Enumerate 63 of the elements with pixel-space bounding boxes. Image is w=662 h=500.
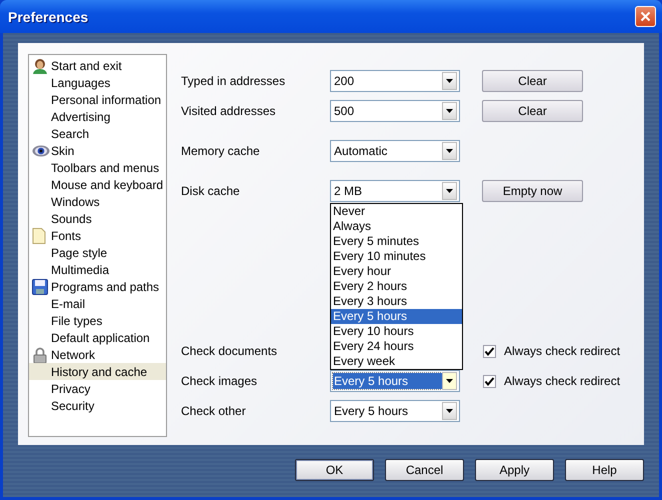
sidebar-item[interactable]: Programs and paths — [29, 278, 166, 295]
dropdown-option[interactable]: Every 10 hours — [331, 324, 462, 339]
setting-label: Check other — [181, 404, 247, 418]
dropdown-option[interactable]: Every 5 hours — [331, 309, 462, 324]
dialog-button[interactable]: OK — [295, 459, 374, 481]
setting-label: Disk cache — [181, 184, 241, 198]
checkbox-label: Always check redirect — [504, 374, 620, 388]
setting-label: Check documents — [181, 344, 278, 358]
sidebar-item[interactable]: E-mail — [29, 295, 166, 312]
dialog-button[interactable]: Help — [565, 459, 644, 481]
action-button[interactable]: Clear — [482, 100, 583, 122]
dropdown-field[interactable]: 500 — [330, 100, 460, 122]
sidebar-item[interactable]: File types — [29, 312, 166, 329]
dropdown-option[interactable]: Always — [331, 219, 462, 234]
checkbox-label: Always check redirect — [504, 344, 620, 358]
checkbox[interactable] — [483, 344, 496, 358]
setting-label: Typed in addresses — [181, 74, 286, 88]
setting-label: Check images — [181, 374, 258, 388]
dropdown-option[interactable]: Every week — [331, 354, 462, 369]
action-button[interactable]: Empty now — [482, 180, 583, 202]
sidebar-item[interactable]: Security — [29, 397, 166, 414]
sidebar-item[interactable]: Skin — [29, 142, 166, 159]
sidebar-item[interactable]: Windows — [29, 193, 166, 210]
dropdown-field[interactable]: 2 MB — [330, 180, 460, 202]
sidebar-item[interactable]: Mouse and keyboard — [29, 176, 166, 193]
sidebar-item[interactable]: Toolbars and menus — [29, 159, 166, 176]
dropdown-field[interactable]: Automatic — [330, 140, 460, 162]
checkbox[interactable] — [483, 374, 496, 388]
dropdown-option[interactable]: Every 5 minutes — [331, 234, 462, 249]
setting-label: Visited addresses — [181, 104, 276, 118]
setting-label: Memory cache — [181, 144, 261, 158]
person-icon — [32, 58, 48, 74]
dialog-button[interactable]: Apply — [475, 459, 554, 481]
sidebar-item[interactable]: Personal information — [29, 91, 166, 108]
dropdown-field[interactable]: Every 5 hours — [330, 370, 460, 392]
dropdown-option[interactable]: Every 3 hours — [331, 294, 462, 309]
sidebar-item[interactable]: Search — [29, 125, 166, 142]
sidebar-item[interactable]: Sounds — [29, 210, 166, 227]
dropdown-option[interactable]: Every 2 hours — [331, 279, 462, 294]
dropdown-option[interactable]: Every hour — [331, 264, 462, 279]
action-button[interactable]: Clear — [482, 70, 583, 92]
sidebar-item[interactable]: Default application — [29, 329, 166, 346]
sidebar-item[interactable]: Page style — [29, 244, 166, 261]
dialog-button[interactable]: Cancel — [385, 459, 464, 481]
dropdown-option[interactable]: Never — [331, 204, 462, 219]
dropdown-option[interactable]: Every 24 hours — [331, 339, 462, 354]
dropdown-field[interactable]: Every 5 hours — [330, 400, 460, 422]
page-icon — [32, 228, 46, 244]
lock-icon — [32, 346, 48, 362]
sidebar-item[interactable]: History and cache — [29, 363, 166, 380]
sidebar-item[interactable]: Network — [29, 346, 166, 363]
sidebar-item[interactable]: Fonts — [29, 227, 166, 244]
window-title: Preferences — [8, 8, 88, 24]
sidebar-item[interactable]: Multimedia — [29, 261, 166, 278]
eye-icon — [32, 144, 50, 156]
sidebar-item[interactable]: Languages — [29, 74, 166, 91]
sidebar-item[interactable]: Start and exit — [29, 57, 166, 74]
dropdown-option[interactable]: Every 10 minutes — [331, 249, 462, 264]
dropdown-field[interactable]: 200 — [330, 70, 460, 92]
close-button[interactable] — [635, 6, 656, 27]
close-icon — [640, 11, 651, 22]
sidebar-item[interactable]: Privacy — [29, 380, 166, 397]
sidebar-item[interactable]: Advertising — [29, 108, 166, 125]
